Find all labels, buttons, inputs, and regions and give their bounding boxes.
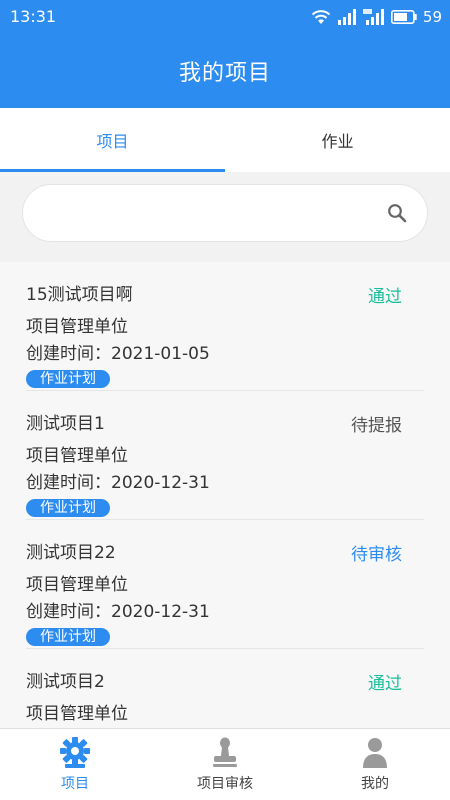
tab-bar: 项目 作业: [0, 108, 450, 172]
search-icon[interactable]: [387, 203, 407, 223]
project-name: 测试项目2: [26, 672, 105, 692]
status-time: 13:31: [10, 7, 57, 26]
battery-level: 59: [422, 8, 442, 26]
project-status: 通过: [368, 674, 402, 694]
signal-icon: [337, 9, 356, 25]
nav-projects[interactable]: 项目: [0, 729, 150, 800]
tab-projects-label: 项目: [96, 132, 129, 151]
project-unit: 项目管理单位: [26, 446, 128, 466]
plan-button[interactable]: 作业计划: [26, 499, 110, 517]
nav-project-review-label: 项目审核: [197, 775, 253, 792]
nav-mine-label: 我的: [361, 775, 389, 792]
page-title: 我的项目: [178, 61, 271, 86]
search-area: [0, 172, 450, 262]
person-icon: [363, 737, 387, 768]
signal-4g-icon: [362, 9, 384, 25]
project-date: 创建时间：2020-12-31: [26, 473, 210, 493]
project-list: 15测试项目啊 通过 项目管理单位 创建时间：2021-01-05 作业计划 测…: [0, 262, 450, 728]
gear-icon: [60, 736, 90, 768]
project-name: 测试项目1: [26, 414, 105, 434]
status-bar: 13:31 59: [0, 0, 450, 34]
stamp-icon: [213, 737, 237, 767]
nav-project-review[interactable]: 项目审核: [150, 729, 300, 800]
nav-mine[interactable]: 我的: [300, 729, 450, 800]
app-bar: 我的项目: [0, 34, 450, 108]
list-item[interactable]: 测试项目22 待审核 项目管理单位 创建时间：2020-12-31 作业计划: [26, 520, 424, 649]
list-item[interactable]: 测试项目1 待提报 项目管理单位 创建时间：2020-12-31 作业计划: [26, 391, 424, 520]
tab-jobs-label: 作业: [321, 132, 354, 151]
search-box[interactable]: [22, 184, 428, 242]
project-name: 测试项目22: [26, 543, 116, 563]
project-date: 创建时间：2021-01-05: [26, 344, 210, 364]
nav-projects-label: 项目: [61, 775, 89, 792]
project-unit: 项目管理单位: [26, 704, 128, 724]
tab-jobs[interactable]: 作业: [225, 108, 450, 172]
search-input[interactable]: [43, 185, 383, 241]
project-status: 通过: [368, 287, 402, 307]
bottom-nav: 项目 项目审核 我的: [0, 728, 450, 800]
status-icons: 59: [311, 6, 442, 28]
project-status: 待提报: [351, 416, 402, 436]
project-name: 15测试项目啊: [26, 285, 133, 305]
tab-projects[interactable]: 项目: [0, 108, 225, 172]
list-item[interactable]: 测试项目2 通过 项目管理单位: [26, 649, 424, 728]
list-item[interactable]: 15测试项目啊 通过 项目管理单位 创建时间：2021-01-05 作业计划: [26, 262, 424, 391]
project-date: 创建时间：2020-12-31: [26, 602, 210, 622]
plan-button[interactable]: 作业计划: [26, 628, 110, 646]
battery-icon: [390, 10, 417, 24]
project-unit: 项目管理单位: [26, 317, 128, 337]
wifi-icon: [311, 10, 331, 24]
project-status: 待审核: [351, 545, 402, 565]
project-unit: 项目管理单位: [26, 575, 128, 595]
plan-button[interactable]: 作业计划: [26, 370, 110, 388]
